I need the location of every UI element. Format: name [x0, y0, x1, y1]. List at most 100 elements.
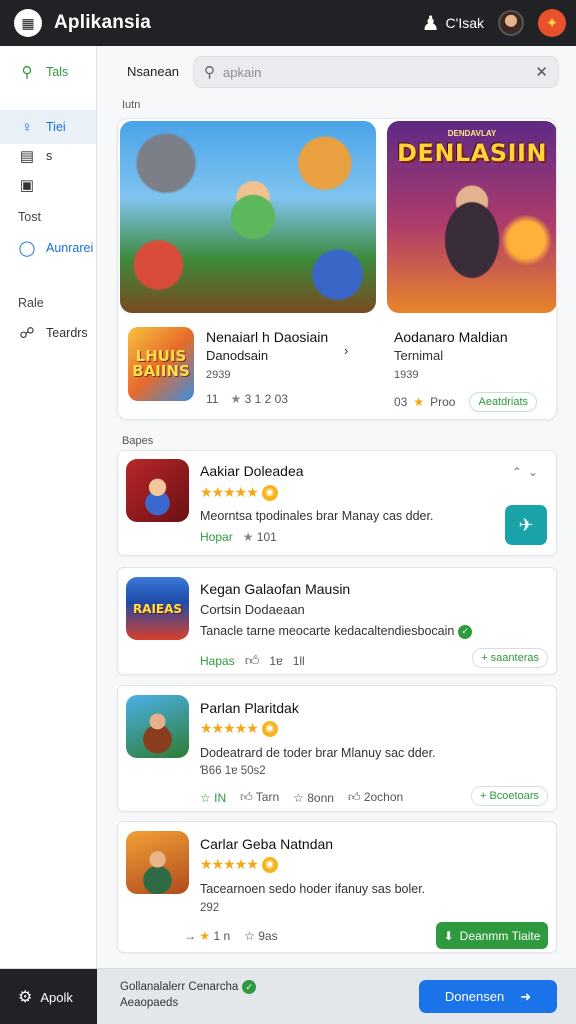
- list-item[interactable]: Carlar Geba Natndan ★★★★★ ◉ Tacearnoen se…: [117, 821, 557, 953]
- settings-button[interactable]: ⚙ Apolk: [0, 969, 97, 1024]
- coin-icon: ◉: [261, 484, 278, 501]
- sidebar-item-image[interactable]: ▣: [0, 168, 96, 202]
- game-icon-text: LHUIS BAIINS: [132, 347, 190, 380]
- image-icon: ▣: [19, 177, 35, 194]
- top-right-controls: ♟ C'Isak ✦: [422, 9, 566, 37]
- sidebar-item-label: Tiei: [46, 120, 66, 134]
- sidebar-item-label: Teardrs: [46, 326, 88, 340]
- featured-subtitle: Danodsain: [206, 348, 269, 363]
- chevron-up-down-icon[interactable]: ⌃⌄: [512, 465, 544, 479]
- thumbs-up-icon[interactable]: 👍︎: [245, 652, 260, 669]
- star-icon: ★: [242, 530, 254, 544]
- search-icon: ⚲: [204, 64, 215, 81]
- play-button[interactable]: ✈: [505, 505, 547, 545]
- coin-icon: ◉: [261, 856, 278, 873]
- sidebar-item-teardrs[interactable]: ☍ Teardrs: [0, 316, 96, 350]
- game-icon[interactable]: [126, 459, 189, 522]
- stat: 1ɐ: [269, 653, 283, 668]
- app-label: Apolk: [40, 989, 73, 1005]
- tag: Hopar: [200, 530, 233, 544]
- game-icon[interactable]: LHUIS BAIINS: [128, 327, 194, 401]
- user-menu[interactable]: ♟ C'Isak: [422, 11, 484, 36]
- game-title[interactable]: Parlan Plaritdak: [200, 700, 299, 716]
- bottom-bar: ⚙ Apolk Gollanalalerr Cenarcha ✓ Aeaopaed…: [0, 968, 576, 1024]
- chess-pawn-icon: ♟: [421, 12, 440, 35]
- featured-title-2[interactable]: Aodanaro Maldian: [394, 329, 508, 345]
- stat: 1ll: [292, 653, 305, 668]
- list-item[interactable]: Aakiar Doleadea ⌃⌄ ★★★★★ ◉ Meorntsa tpodi…: [117, 450, 557, 556]
- star-icon: ★: [199, 929, 211, 943]
- featured-title[interactable]: Nenaiarl h Daosiain: [206, 329, 328, 345]
- game-subtitle: Cortsin Dodaeaan: [200, 602, 305, 617]
- sidebar: ⚲ Tals ♀ Tiei ▤ s ▣ Tost ◯ Aunrarei Rale…: [0, 46, 97, 968]
- stat: Tarn: [255, 790, 280, 804]
- featured-year-2: 1939: [394, 369, 419, 381]
- close-icon[interactable]: ✕: [535, 63, 548, 81]
- tag: IN: [214, 790, 227, 805]
- game-info-line: 292: [200, 902, 220, 914]
- game-description: Tanacle tarne meocarte kedacaltendiesboc…: [200, 624, 473, 639]
- primary-action-label: Donensen: [444, 989, 505, 1004]
- status-text: Gollanalalerr Cenarcha ✓ Aeaopaeds: [120, 979, 257, 1011]
- tag: Hapas: [200, 653, 235, 668]
- lightbulb-icon: ♀: [21, 118, 33, 136]
- game-title[interactable]: Aakiar Doleadea: [200, 463, 304, 479]
- featured-meta: 11 ★ 3 1 2 03: [206, 392, 288, 406]
- featured-banner-adventure[interactable]: [120, 121, 376, 313]
- stat: 101: [256, 530, 277, 544]
- thumbs-up-icon[interactable]: 👍︎: [240, 790, 253, 804]
- download-button[interactable]: ⬇ Deanmm Tiaite: [436, 922, 548, 949]
- sidebar-item-tals[interactable]: ⚲ Tals: [0, 55, 96, 89]
- featured-year: 2939: [206, 369, 231, 381]
- top-bar: ▦ Aplikansia ♟ C'Isak ✦: [0, 0, 576, 46]
- sidebar-section-lost: Tost: [18, 210, 41, 224]
- status-line: Aeaopaeds: [120, 997, 179, 1010]
- search-input[interactable]: [223, 64, 536, 80]
- game-icon[interactable]: [126, 695, 189, 758]
- game-icon[interactable]: RAIEAS: [126, 577, 189, 640]
- list-item[interactable]: Parlan Plaritdak ★★★★★ ◉ Dodeatrard de to…: [117, 685, 557, 812]
- list-item[interactable]: RAIEAS Kegan Galaofan Mausin Cortsin Dod…: [117, 567, 557, 675]
- featured-banner-action[interactable]: DENDAVLAY DENLASIIN: [387, 121, 556, 313]
- stat: 9as: [258, 929, 278, 943]
- sidebar-item-aunrarei[interactable]: ◯ Aunrarei: [0, 231, 96, 265]
- grid-icon[interactable]: ▦: [14, 9, 42, 37]
- avatar[interactable]: [498, 10, 524, 36]
- sidebar-item-label: s: [46, 149, 53, 163]
- rating-stars: ★★★★★ ◉: [200, 484, 278, 501]
- section-title-games: Bapes: [122, 435, 154, 447]
- app-title: Aplikansia: [54, 12, 152, 33]
- game-description-text: Tanacle tarne meocarte kedacaltendiesboc…: [200, 624, 455, 638]
- sidebar-item-label: Aunrarei: [46, 241, 94, 255]
- game-description: Tacearnoen sedo hoder ifanuy sas boler.: [200, 882, 426, 896]
- feature-pill[interactable]: Aeatdriats: [469, 392, 538, 412]
- download-icon: ⬇: [443, 928, 454, 943]
- section-title-featured: Iutn: [122, 99, 141, 111]
- primary-action-button[interactable]: Donensen ➜: [419, 980, 557, 1013]
- featured-meta-2: 03 ★ Proo Aeatdriats: [394, 392, 538, 412]
- gear-icon: ⚙: [18, 989, 33, 1006]
- game-info-line: Ɓ66 1ɐ 50s2: [200, 765, 266, 777]
- star-outline-icon: ☆: [244, 929, 255, 943]
- count: 03: [394, 395, 408, 409]
- stat: 2ochon: [363, 790, 404, 804]
- game-title[interactable]: Carlar Geba Natndan: [200, 836, 333, 852]
- game-meta: Hapas 👍︎ 1ɐ 1ll: [200, 652, 305, 669]
- stat: 1 n: [213, 929, 231, 943]
- search-bar[interactable]: ⚲ ✕: [193, 56, 559, 88]
- user-label: C'Isak: [445, 15, 484, 31]
- game-meta: ☆ IN 👍︎ Tarn ☆ 8onn 👍︎ 2ochon: [200, 790, 403, 805]
- thumbs-up-icon[interactable]: 👍︎: [348, 790, 361, 804]
- arrow-right-icon: →: [184, 929, 196, 943]
- check-icon: ✓: [458, 624, 473, 639]
- check-icon: ✓: [242, 979, 257, 994]
- rating-stars: ★★★★★ ◉: [200, 856, 278, 873]
- star-icon: ★: [413, 395, 425, 409]
- chevron-right-icon[interactable]: ›: [344, 343, 348, 358]
- game-title[interactable]: Kegan Galaofan Mausin: [200, 581, 350, 597]
- star-outline-icon: ☆: [200, 790, 211, 805]
- feature-pill[interactable]: + saanteras: [472, 648, 548, 668]
- feature-pill[interactable]: + Bcoetoars: [470, 786, 548, 806]
- game-icon[interactable]: [126, 831, 189, 894]
- game-controller-icon[interactable]: ✦: [538, 9, 566, 37]
